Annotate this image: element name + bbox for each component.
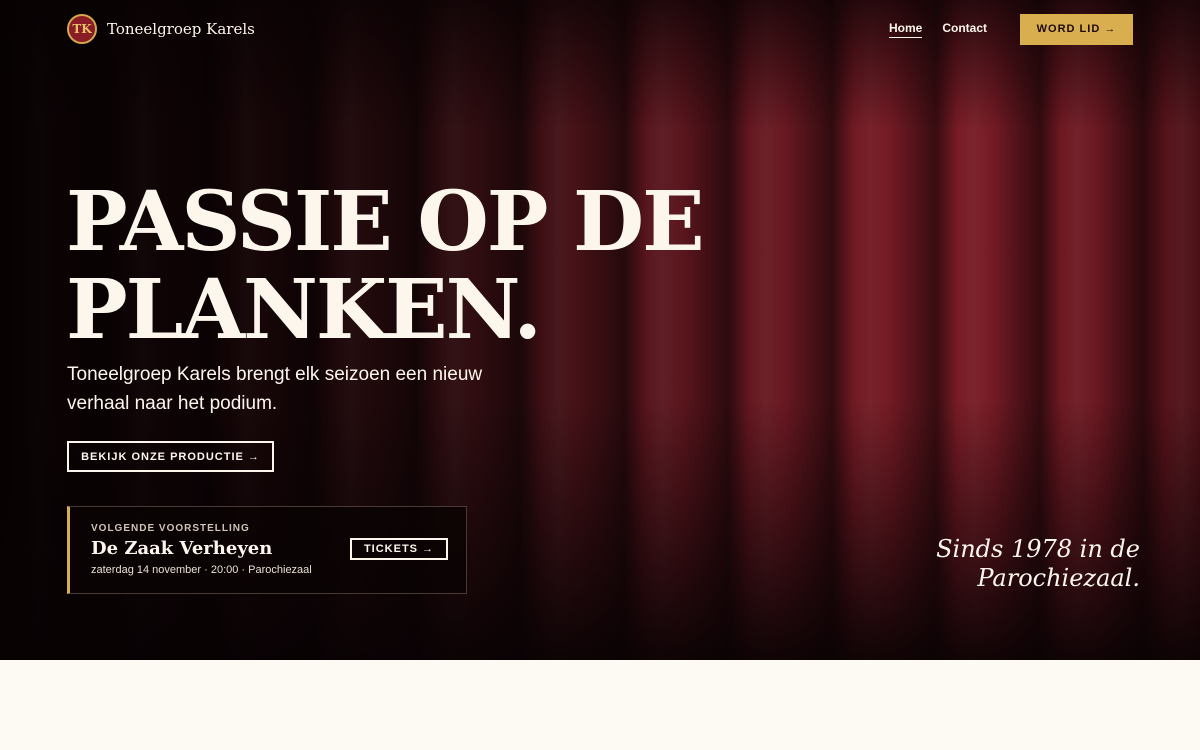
join-button[interactable]: WORD LID → — [1020, 13, 1133, 45]
headline-line-2: PLANKEN. — [66, 262, 542, 358]
brand-name: Toneelgroep Karels — [107, 20, 255, 38]
since-line-1: Sinds 1978 in de — [936, 535, 1140, 563]
headline-line-1: PASSIE OP DE — [66, 174, 705, 270]
site-header: TK Toneelgroep Karels Home Contact WORD … — [67, 13, 1133, 45]
brand[interactable]: TK Toneelgroep Karels — [67, 14, 255, 44]
view-production-button[interactable]: BEKIJK ONZE PRODUCTIE → — [67, 441, 274, 472]
next-show-card: VOLGENDE VOORSTELLING De Zaak Verheyen z… — [67, 506, 467, 594]
below-hero-section — [0, 660, 1200, 750]
hero-headline: PASSIE OP DE PLANKEN. — [66, 178, 786, 354]
hero-section: TK Toneelgroep Karels Home Contact WORD … — [0, 0, 1200, 660]
since-line-2: Parochiezaal. — [977, 564, 1140, 592]
nav-contact-link[interactable]: Contact — [942, 21, 987, 37]
next-show-meta: zaterdag 14 november · 20:00 · Parochiez… — [91, 564, 312, 576]
main-nav: Home Contact WORD LID → — [888, 13, 1133, 45]
tickets-button[interactable]: TICKETS → — [350, 538, 448, 560]
since-tagline: Sinds 1978 in de Parochiezaal. — [880, 535, 1140, 593]
hero-lede: Toneelgroep Karels brengt elk seizoen ee… — [67, 364, 483, 414]
next-show-title: De Zaak Verheyen — [91, 538, 273, 559]
next-show-eyebrow: VOLGENDE VOORSTELLING — [91, 523, 250, 534]
nav-home-link[interactable]: Home — [888, 21, 923, 38]
logo: TK — [67, 14, 97, 44]
